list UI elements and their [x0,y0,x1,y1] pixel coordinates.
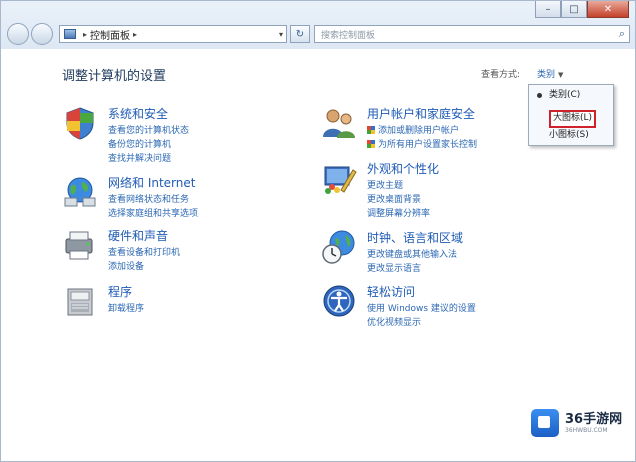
forward-button[interactable] [31,23,53,45]
refresh-button[interactable]: ↻ [290,25,310,43]
category-link[interactable]: 更改键盘或其他输入法 [367,247,457,260]
address-dropdown-icon[interactable]: ▾ [279,30,283,39]
category-link[interactable]: 更改显示语言 [367,261,421,274]
chevron-down-icon: ▼ [558,71,564,79]
watermark-url: 36HWBU.COM [565,426,608,434]
category-link[interactable]: 查看设备和打印机 [108,245,180,258]
clock-region-icon[interactable] [321,229,357,265]
user-accounts-icon[interactable] [321,105,357,141]
back-button[interactable] [7,23,29,45]
hardware-sound-icon[interactable] [62,227,98,263]
category-link[interactable]: 选择家庭组和共享选项 [108,206,198,219]
nav-buttons [7,23,55,45]
site-watermark: 36手游网 36HWBU.COM [531,405,631,441]
category-link[interactable]: 备份您的计算机 [108,137,171,150]
category-link[interactable]: 查看网络状态和任务 [108,192,189,205]
ease-of-access-icon[interactable] [321,283,357,319]
category-link[interactable]: 更改主题 [367,178,403,191]
category-link[interactable]: 调整屏幕分辨率 [367,206,430,219]
view-by-value: 类别 [537,70,556,80]
maximize-button[interactable]: □ [561,1,587,18]
breadcrumb-arrow-icon[interactable]: ▸ [133,30,137,39]
selected-bullet-icon [537,93,542,98]
category-link[interactable]: 卸载程序 [108,301,144,314]
programs-icon[interactable] [62,283,98,319]
view-by-menu: 类别(C) 大图标(L) 小图标(S) [528,84,614,146]
control-panel-icon [64,29,76,39]
breadcrumb-arrow-icon[interactable]: ▸ [83,30,87,39]
control-panel-window: – □ ✕ ▸ 控制面板 ▸ ▾ ↻ 搜索控制面板 ⌕ 调整计算机的设置 查看方… [0,0,636,462]
category-title[interactable]: 用户帐户和家庭安全 [367,105,475,122]
watermark-logo-icon [531,409,559,437]
category-title[interactable]: 程序 [108,283,132,300]
menu-item-large-icons[interactable]: 大图标(L) [549,110,597,128]
category-title[interactable]: 网络和 Internet [108,174,195,191]
category-title[interactable]: 系统和安全 [108,105,168,122]
category-link[interactable]: 添加设备 [108,259,144,272]
category-title[interactable]: 硬件和声音 [108,227,168,244]
close-button[interactable]: ✕ [587,1,629,18]
caption-buttons: – □ ✕ [535,1,629,18]
breadcrumb-control-panel[interactable]: 控制面板 [90,27,130,42]
page-title: 调整计算机的设置 [62,69,167,84]
search-placeholder: 搜索控制面板 [321,30,376,41]
address-bar[interactable]: ▸ 控制面板 ▸ ▾ [59,25,287,43]
system-security-icon[interactable] [62,105,98,141]
uac-shield-icon [367,140,375,148]
category-link[interactable]: 更改桌面背景 [367,192,421,205]
category-title[interactable]: 轻松访问 [367,283,415,300]
category-link[interactable]: 优化视频显示 [367,315,421,328]
search-icon[interactable]: ⌕ [619,27,625,41]
refresh-icon: ↻ [295,28,305,40]
uac-shield-icon [367,126,375,134]
category-title[interactable]: 时钟、语言和区域 [367,229,463,246]
appearance-icon[interactable] [321,160,357,196]
network-internet-icon[interactable] [62,174,98,210]
category-link[interactable]: 为所有用户设置家长控制 [367,137,477,150]
menu-item-small-icons[interactable]: 小图标(S) [549,128,589,142]
category-link[interactable]: 添加或删除用户帐户 [367,123,459,136]
menu-item-category[interactable]: 类别(C) [549,88,580,102]
search-input[interactable]: 搜索控制面板 ⌕ [314,25,630,43]
view-by-dropdown[interactable]: 类别 ▼ [537,67,563,80]
minimize-button[interactable]: – [535,1,561,18]
category-link[interactable]: 使用 Windows 建议的设置 [367,301,476,314]
view-by-label: 查看方式: [481,70,521,80]
category-title[interactable]: 外观和个性化 [367,160,439,177]
category-link[interactable]: 查找并解决问题 [108,151,171,164]
category-link[interactable]: 查看您的计算机状态 [108,123,189,136]
watermark-name: 36手游网 [565,411,623,427]
